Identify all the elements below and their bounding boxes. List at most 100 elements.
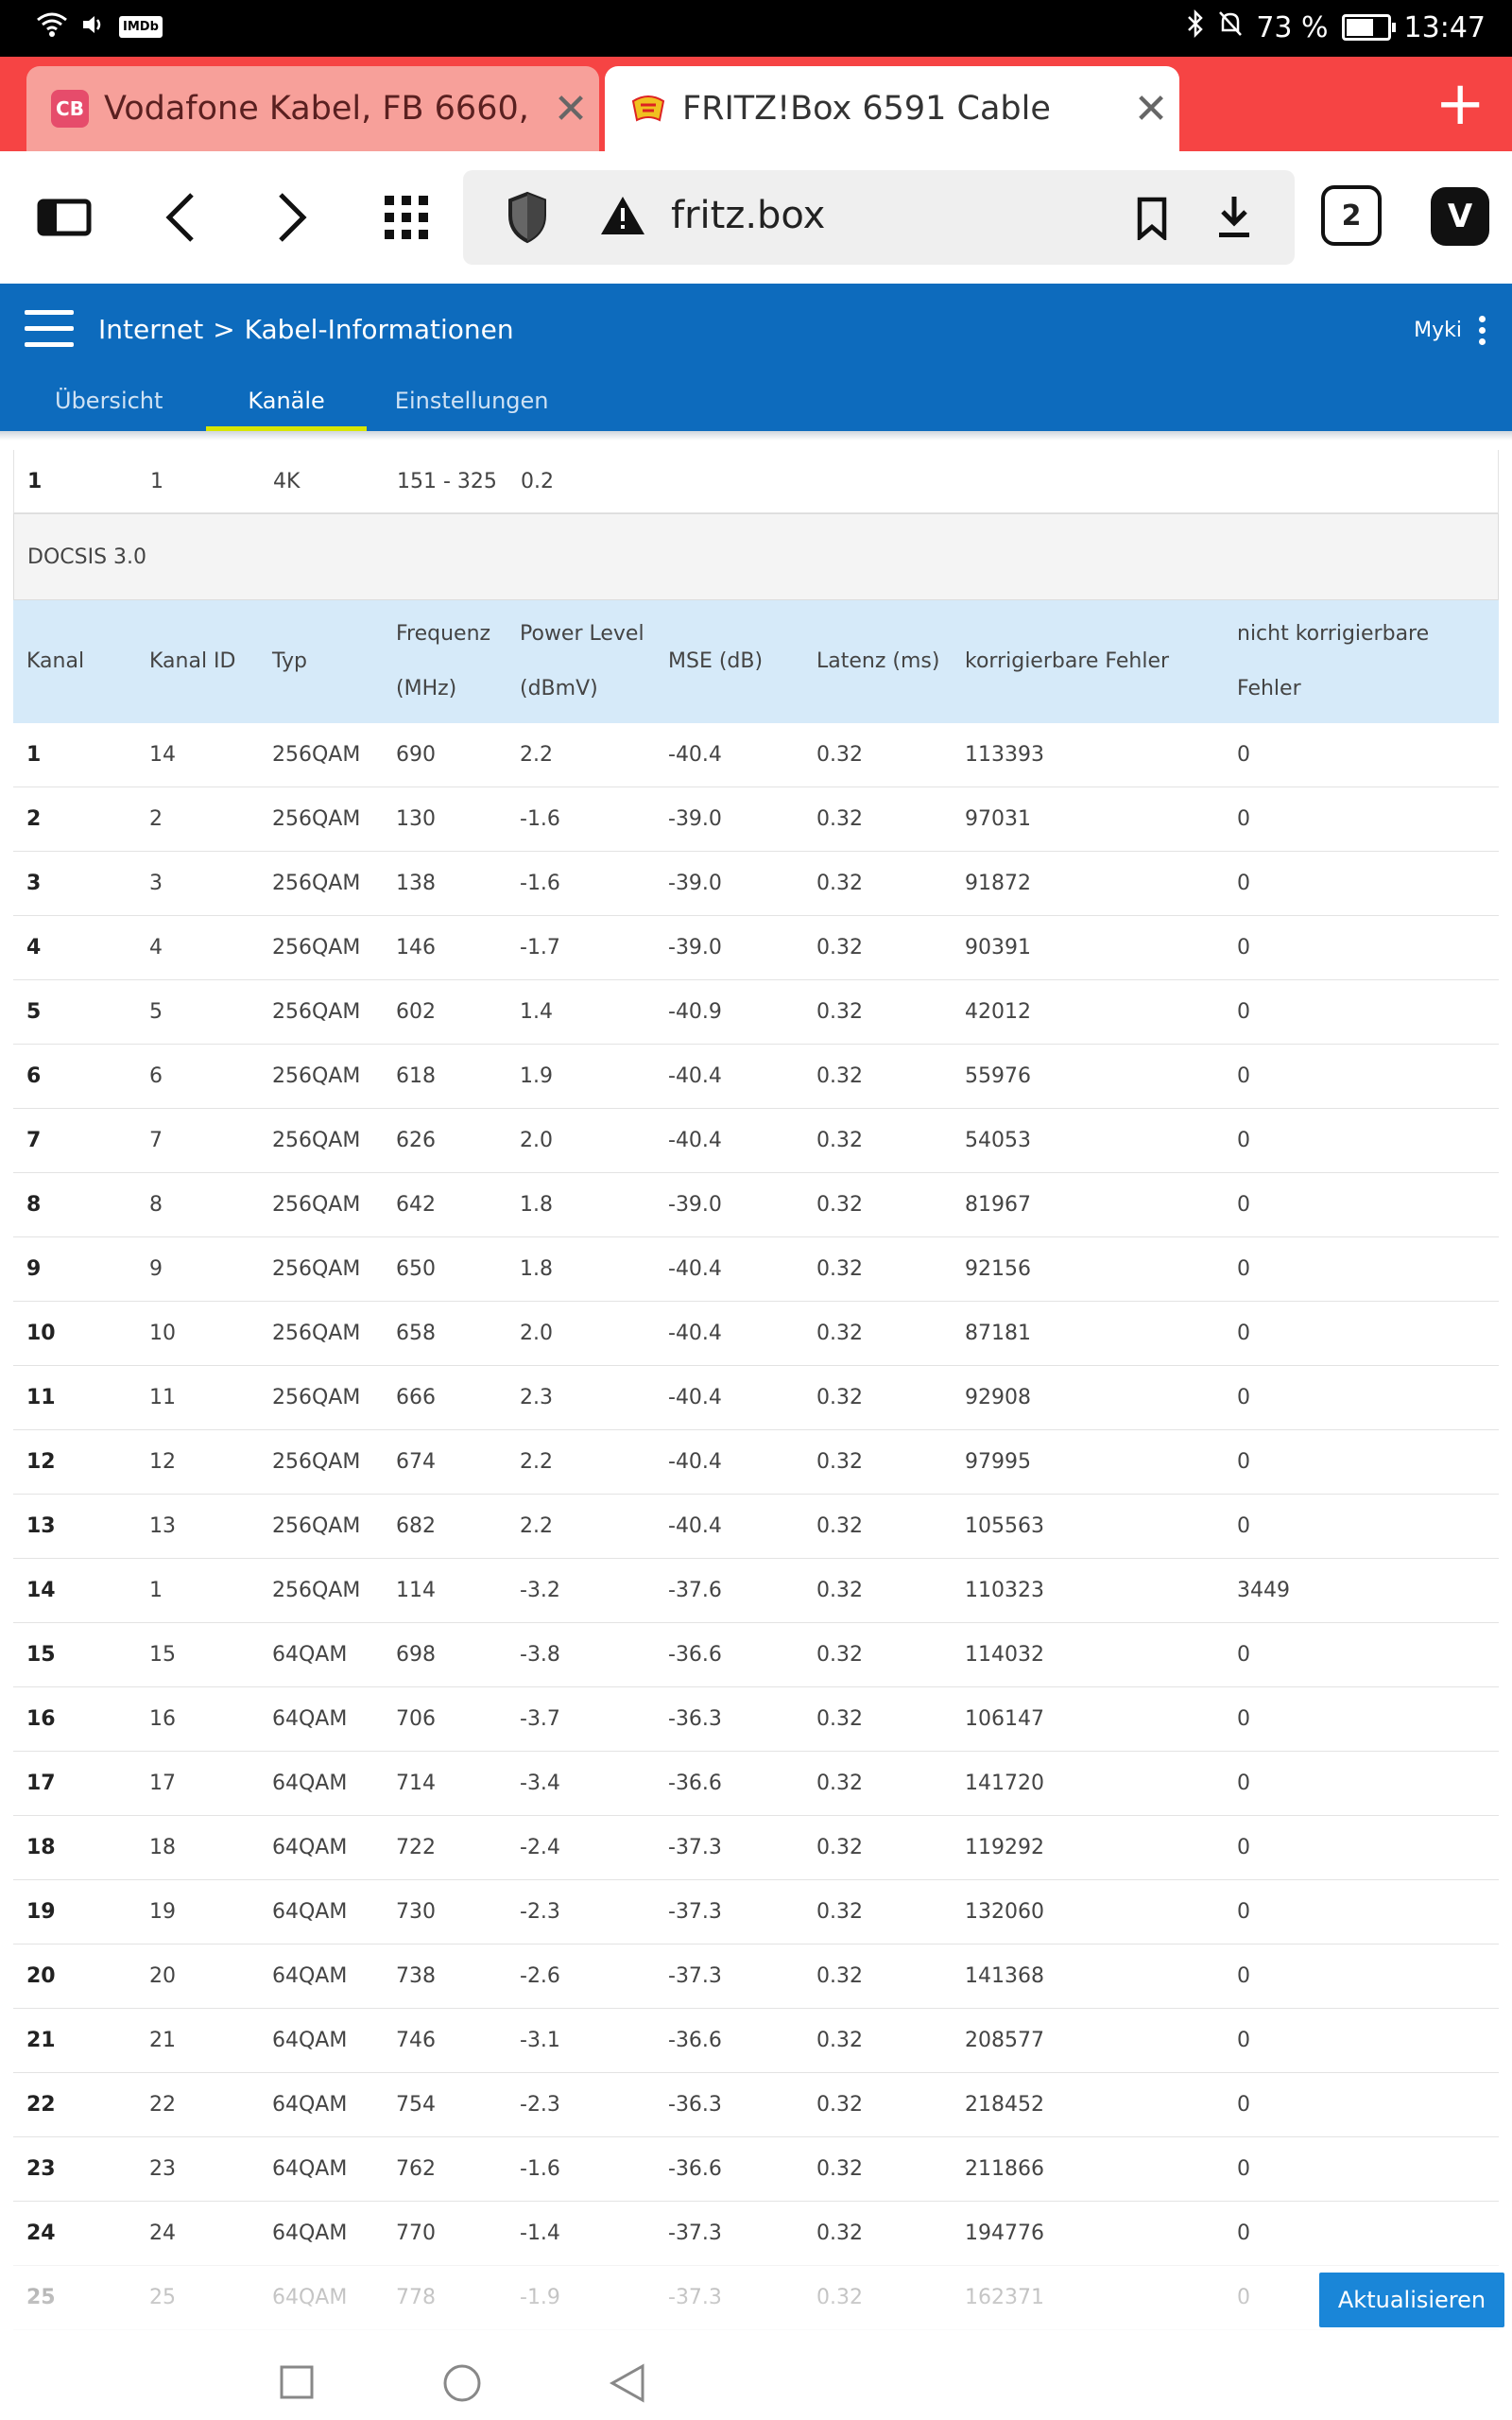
status-bar: IMDb 73 % 13:47 <box>0 0 1512 57</box>
cell-mse: -40.4 <box>668 1322 722 1345</box>
cell-frequenz: 706 <box>396 1707 436 1731</box>
back-arrow-icon[interactable] <box>157 189 204 246</box>
aktualisieren-button[interactable]: Aktualisieren <box>1319 2273 1504 2327</box>
user-menu[interactable]: Myki <box>1414 316 1486 345</box>
hamburger-menu-icon[interactable] <box>25 310 74 352</box>
cell-kanal-id: 17 <box>149 1772 176 1795</box>
cell-korrigierbare-fehler: 218452 <box>965 2093 1044 2117</box>
address-bar[interactable]: fritz.box <box>463 170 1295 265</box>
cell-mse: -36.3 <box>668 1707 722 1731</box>
app-header: Internet > Kabel-Informationen Myki Über… <box>0 284 1512 431</box>
cell-power-level: -1.6 <box>520 872 560 895</box>
cell-nicht-korrigierbare-fehler: 0 <box>1237 1514 1250 1538</box>
cell-mse: -37.3 <box>668 1900 722 1924</box>
speed-dial-grid-icon[interactable] <box>378 189 435 246</box>
home-circle-icon[interactable] <box>442 2363 482 2407</box>
cell-latenz: 0.32 <box>816 1386 863 1409</box>
cell-nicht-korrigierbare-fehler: 0 <box>1237 1772 1250 1795</box>
cell-mse: -37.6 <box>668 1579 722 1602</box>
column-header-line: nicht korrigierbare Fehler <box>1237 622 1430 700</box>
cell-power-level: -1.4 <box>520 2221 560 2245</box>
cell-kanal-id: 9 <box>149 1257 163 1281</box>
recent-apps-square-icon[interactable] <box>280 2365 314 2403</box>
breadcrumb-kabel-informationen: Kabel-Informationen <box>244 314 514 345</box>
cell-typ: 64QAM <box>272 1836 348 1859</box>
cell-nicht-korrigierbare-fehler: 0 <box>1237 1450 1250 1474</box>
cell-latenz: 0.32 <box>816 2029 863 2052</box>
cell-kanal-id: 20 <box>149 1964 176 1988</box>
cell-mse: -40.4 <box>668 1514 722 1538</box>
tab-count-button[interactable]: 2 <box>1321 185 1382 246</box>
cell-typ: 64QAM <box>272 2221 348 2245</box>
cell-latenz: 0.32 <box>816 1064 863 1088</box>
cell-frequenz: 146 <box>396 936 436 959</box>
cell-kanal: 1 <box>27 469 43 493</box>
cell-kanal-id: 18 <box>149 1836 176 1859</box>
cell-nicht-korrigierbare-fehler: 0 <box>1237 1707 1250 1731</box>
cell-mse: -39.0 <box>668 872 722 895</box>
cell-latenz: 0.32 <box>816 1707 863 1731</box>
column-header-line: MSE (dB) <box>668 649 764 673</box>
docsis30-table-body: 1 14 256QAM 690 2.2 -40.4 0.32 113393 0 2 2 256QAM 1… <box>13 723 1499 2394</box>
table-row: 10 10 256QAM 658 2.0 -40.4 0.32 87181 0 <box>13 1302 1499 1366</box>
close-tab-icon[interactable]: ✕ <box>542 85 599 133</box>
cell-power-level: 2.0 <box>520 1322 553 1345</box>
cell-latenz: 0.32 <box>816 1450 863 1474</box>
cell-typ: 256QAM <box>272 1129 361 1152</box>
cell-latenz: 0.32 <box>816 743 863 767</box>
cell-kanal: 16 <box>26 1707 56 1731</box>
cell-nicht-korrigierbare-fehler: 0 <box>1237 1257 1250 1281</box>
cell-power-level: -2.3 <box>520 2093 560 2117</box>
cell-kanal: 10 <box>26 1322 56 1345</box>
url-text[interactable]: fritz.box <box>671 194 825 237</box>
column-header-frequenz: Frequenz (MHz) <box>383 607 507 717</box>
cell-kanal-id: 6 <box>149 1064 163 1088</box>
cell-kanal-id: 1 <box>149 1579 163 1602</box>
vivaldi-menu-button[interactable]: V <box>1431 187 1489 246</box>
cell-nicht-korrigierbare-fehler: 3449 <box>1237 1579 1290 1602</box>
cell-mse: -39.0 <box>668 807 722 831</box>
cell-mse: -40.4 <box>668 1129 722 1152</box>
cell-korrigierbare-fehler: 54053 <box>965 1129 1031 1152</box>
table-row: 11 11 256QAM 666 2.3 -40.4 0.32 92908 0 <box>13 1366 1499 1430</box>
tab-kanaele[interactable]: Kanäle <box>206 378 367 431</box>
browser-tab-fritzbox[interactable]: FRITZ!Box 6591 Cable ✕ <box>605 66 1179 151</box>
column-header-line: (dBmV) <box>520 677 598 700</box>
back-triangle-icon[interactable] <box>609 2363 646 2407</box>
cell-frequenz: 730 <box>396 1900 436 1924</box>
tab-einstellungen[interactable]: Einstellungen <box>384 378 560 431</box>
cell-korrigierbare-fehler: 91872 <box>965 872 1031 895</box>
cell-kanal-id: 13 <box>149 1514 176 1538</box>
cell-latenz: 0.32 <box>816 1836 863 1859</box>
table-row: 21 21 64QAM 746 -3.1 -36.6 0.32 208577 0 <box>13 2009 1499 2073</box>
cell-nicht-korrigierbare-fehler: 0 <box>1237 1964 1250 1988</box>
cell-kanal: 23 <box>26 2157 56 2181</box>
more-options-icon[interactable] <box>1479 316 1486 345</box>
browser-tab-vodafone[interactable]: CB Vodafone Kabel, FB 6660, nc ✕ <box>26 66 599 151</box>
user-name[interactable]: Myki <box>1414 319 1462 342</box>
cell-power-level: 2.2 <box>520 1450 553 1474</box>
cell-kanal-id: 12 <box>149 1450 176 1474</box>
forward-arrow-icon[interactable] <box>268 189 316 246</box>
cell-typ: 256QAM <box>272 936 361 959</box>
cell-power-level: -2.4 <box>520 1836 560 1859</box>
column-header-kanal: Kanal <box>13 634 136 689</box>
shield-icon[interactable] <box>507 191 548 248</box>
cell-power-level: 1.9 <box>520 1064 553 1088</box>
new-tab-button[interactable]: + <box>1435 74 1486 134</box>
warning-triangle-icon[interactable] <box>599 195 646 240</box>
cell-latenz: 0.32 <box>816 1000 863 1024</box>
tab-uebersicht[interactable]: Übersicht <box>43 378 174 431</box>
cell-typ: 256QAM <box>272 1193 361 1217</box>
breadcrumb-internet[interactable]: Internet <box>98 314 203 345</box>
cell-power-level: 0.2 <box>521 469 554 493</box>
download-icon[interactable] <box>1215 195 1253 244</box>
cell-kanal-id: 23 <box>149 2157 176 2181</box>
bookmark-icon[interactable] <box>1136 197 1168 244</box>
cell-kanal: 24 <box>26 2221 56 2245</box>
section-title-docsis30: DOCSIS 3.0 <box>13 513 1499 600</box>
cell-nicht-korrigierbare-fehler: 0 <box>1237 1193 1250 1217</box>
close-tab-icon[interactable]: ✕ <box>1123 85 1179 133</box>
column-header-typ: Typ <box>259 634 383 689</box>
panel-toggle-icon[interactable] <box>36 189 93 246</box>
